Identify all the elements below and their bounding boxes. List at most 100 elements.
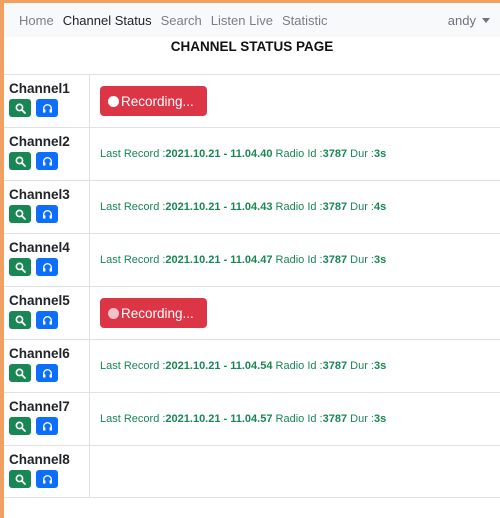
listen-button[interactable] (36, 470, 58, 488)
last-record-date: 2021.10.21 - 11.04.57 (165, 413, 273, 425)
record-dot-icon (108, 307, 119, 319)
channel-name-cell: Channel7 (4, 393, 90, 445)
search-button[interactable] (9, 99, 31, 117)
radio-id-label: Radio Id : (272, 360, 323, 372)
radio-id-value: 3787 (322, 413, 348, 425)
last-record-label: Last Record : (100, 254, 166, 266)
table-row: Channel8 (4, 445, 500, 498)
channel-name-cell: Channel5 (4, 287, 90, 339)
table-row: Channel6 Last Record :2021.10.21 - 11.04.… (4, 339, 500, 392)
search-icon (15, 156, 26, 167)
last-record-info: Last Record :2021.10.21 - 11.04.57 Radio… (100, 413, 386, 425)
table-row: Channel5 Recording... (4, 286, 500, 339)
last-record-date: 2021.10.21 - 11.04.47 (165, 254, 273, 266)
search-button[interactable] (9, 470, 31, 488)
last-record-info: Last Record :2021.10.21 - 11.04.47 Radio… (100, 254, 386, 266)
radio-id-label: Radio Id : (272, 413, 323, 425)
table-row: Channel7 Last Record :2021.10.21 - 11.04.… (4, 392, 500, 445)
channel-name-cell: Channel1 (4, 75, 90, 127)
nav-channel-status[interactable]: Channel Status (63, 13, 152, 28)
listen-button[interactable] (36, 99, 58, 117)
nav-statistic[interactable]: Statistic (282, 13, 328, 28)
table-row: Channel4 Last Record :2021.10.21 - 11.04.… (4, 233, 500, 286)
listen-button[interactable] (36, 364, 58, 382)
channel-name: Channel3 (9, 187, 70, 202)
radio-id-value: 3787 (322, 360, 348, 372)
record-dot-icon (108, 95, 119, 107)
search-button[interactable] (9, 364, 31, 382)
radio-id-label: Radio Id : (272, 148, 323, 160)
radio-id-value: 3787 (322, 201, 348, 213)
last-record-label: Last Record : (100, 201, 166, 213)
search-button[interactable] (9, 311, 31, 329)
last-record-label: Last Record : (100, 360, 166, 372)
channel-status-cell: Last Record :2021.10.21 - 11.04.47 Radio… (90, 234, 500, 286)
channel-table: Channel1 Recording... Channel2 Last Record … (4, 74, 500, 498)
headphones-icon (42, 368, 53, 379)
dur-label: Dur : (347, 254, 374, 266)
channel-name: Channel8 (9, 452, 70, 467)
dur-value: 3s (374, 413, 387, 425)
channel-name: Channel7 (9, 399, 70, 414)
recording-label: Recording... (121, 93, 194, 109)
nav-listen-live[interactable]: Listen Live (211, 13, 273, 28)
search-button[interactable] (9, 152, 31, 170)
search-icon (15, 262, 26, 273)
headphones-icon (42, 474, 53, 485)
caret-down-icon (482, 17, 490, 23)
dur-label: Dur : (347, 413, 374, 425)
search-icon (15, 421, 26, 432)
search-icon (15, 368, 26, 379)
dur-value: 4s (374, 201, 387, 213)
listen-button[interactable] (36, 258, 58, 276)
channel-status-cell: Recording... (90, 287, 500, 339)
channel-actions (9, 311, 89, 329)
channel-actions (9, 99, 89, 117)
channel-status-cell (90, 446, 500, 497)
last-record-date: 2021.10.21 - 11.04.54 (165, 360, 273, 372)
channel-name-cell: Channel6 (4, 340, 90, 392)
headphones-icon (42, 156, 53, 167)
search-button[interactable] (9, 417, 31, 435)
channel-name-cell: Channel3 (4, 181, 90, 233)
channel-name-cell: Channel2 (4, 128, 90, 180)
table-row: Channel3 Last Record :2021.10.21 - 11.04.… (4, 180, 500, 233)
navbar: Home Channel Status Search Listen Live S… (4, 3, 500, 37)
search-button[interactable] (9, 258, 31, 276)
last-record-info: Last Record :2021.10.21 - 11.04.43 Radio… (100, 201, 386, 213)
recording-button[interactable]: Recording... (100, 298, 207, 328)
listen-button[interactable] (36, 152, 58, 170)
channel-name-cell: Channel8 (4, 446, 90, 497)
radio-id-label: Radio Id : (272, 254, 323, 266)
user-menu[interactable]: andy (448, 3, 490, 37)
channel-actions (9, 152, 89, 170)
channel-actions (9, 470, 89, 488)
listen-button[interactable] (36, 311, 58, 329)
channel-status-cell: Last Record :2021.10.21 - 11.04.54 Radio… (90, 340, 500, 392)
headphones-icon (42, 103, 53, 114)
last-record-label: Last Record : (100, 148, 166, 160)
search-button[interactable] (9, 205, 31, 223)
dur-value: 3s (374, 148, 387, 160)
nav-home[interactable]: Home (19, 13, 54, 28)
page-title: CHANNEL STATUS PAGE (170, 39, 334, 54)
search-icon (15, 209, 26, 220)
channel-name: Channel1 (9, 81, 70, 96)
last-record-date: 2021.10.21 - 11.04.40 (165, 148, 273, 160)
dur-label: Dur : (347, 148, 374, 160)
table-row: Channel1 Recording... (4, 74, 500, 127)
search-icon (15, 315, 26, 326)
listen-button[interactable] (36, 417, 58, 435)
headphones-icon (42, 209, 53, 220)
channel-name-cell: Channel4 (4, 234, 90, 286)
recording-button[interactable]: Recording... (100, 86, 207, 116)
channel-name: Channel5 (9, 293, 70, 308)
channel-actions (9, 364, 89, 382)
channel-name: Channel2 (9, 134, 70, 149)
nav-search[interactable]: Search (161, 13, 202, 28)
user-name: andy (447, 12, 476, 28)
channel-name: Channel6 (9, 346, 70, 361)
listen-button[interactable] (36, 205, 58, 223)
recording-label: Recording... (121, 305, 194, 321)
headphones-icon (42, 315, 53, 326)
